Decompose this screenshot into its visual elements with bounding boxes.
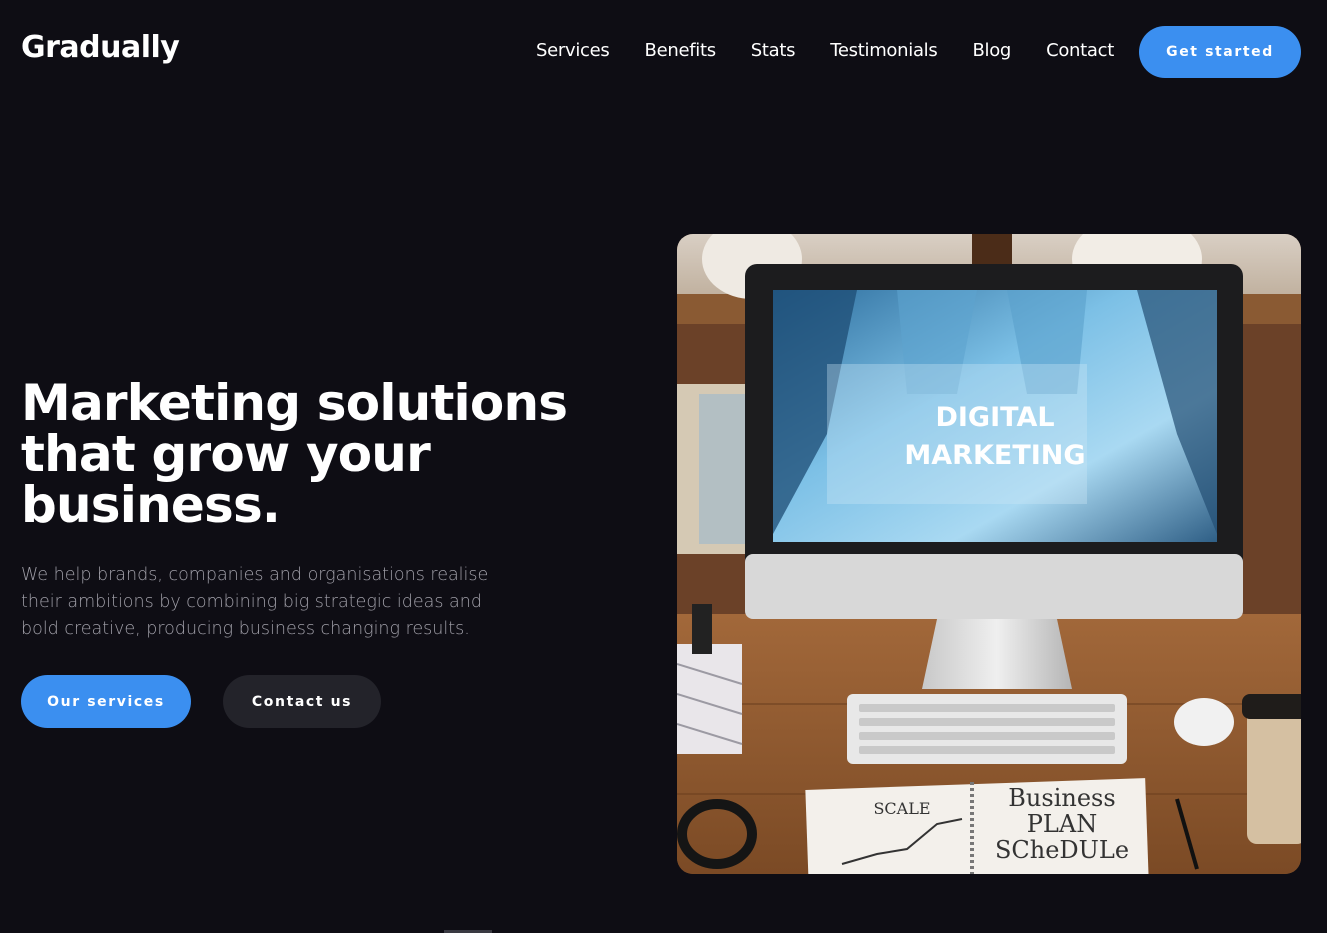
hero-title-line: that grow your — [21, 425, 431, 483]
notebook-text-schedule: SCheDULe — [995, 836, 1129, 864]
hero-title-line: Marketing solutions — [21, 374, 568, 432]
notebook-text-business: Business — [1008, 784, 1115, 812]
notebook-text-plan: PLAN — [1027, 810, 1097, 838]
notebook-text-scale: SCALE — [873, 799, 930, 818]
nav-link-benefits[interactable]: Benefits — [645, 40, 717, 61]
nav-link-contact[interactable]: Contact — [1046, 40, 1114, 61]
brand-logo[interactable]: Gradually — [21, 30, 180, 65]
nav-link-stats[interactable]: Stats — [751, 40, 796, 61]
nav-link-blog[interactable]: Blog — [972, 40, 1011, 61]
main-nav: Services Benefits Stats Testimonials Blo… — [536, 40, 1114, 61]
mouse — [1174, 698, 1234, 746]
hero-image-desk-computer: DIGITAL MARKETING SCALE Business PLAN SC… — [677, 234, 1301, 874]
hero-title: Marketing solutions that grow your busin… — [21, 378, 581, 531]
hero-title-line: business. — [21, 476, 281, 534]
screen-text-marketing: MARKETING — [904, 440, 1085, 471]
nav-link-services[interactable]: Services — [536, 40, 610, 61]
coffee-cup — [1247, 704, 1301, 844]
our-services-button[interactable]: Our services — [21, 675, 191, 728]
nav-link-testimonials[interactable]: Testimonials — [830, 40, 938, 61]
screen-text-digital: DIGITAL — [935, 402, 1054, 433]
contact-us-button[interactable]: Contact us — [223, 675, 381, 728]
pen-holder — [677, 644, 742, 754]
hero-description: We help brands, companies and organisati… — [21, 565, 489, 639]
site-header: Gradually Services Benefits Stats Testim… — [0, 0, 1327, 104]
get-started-button[interactable]: Get started — [1139, 26, 1301, 78]
